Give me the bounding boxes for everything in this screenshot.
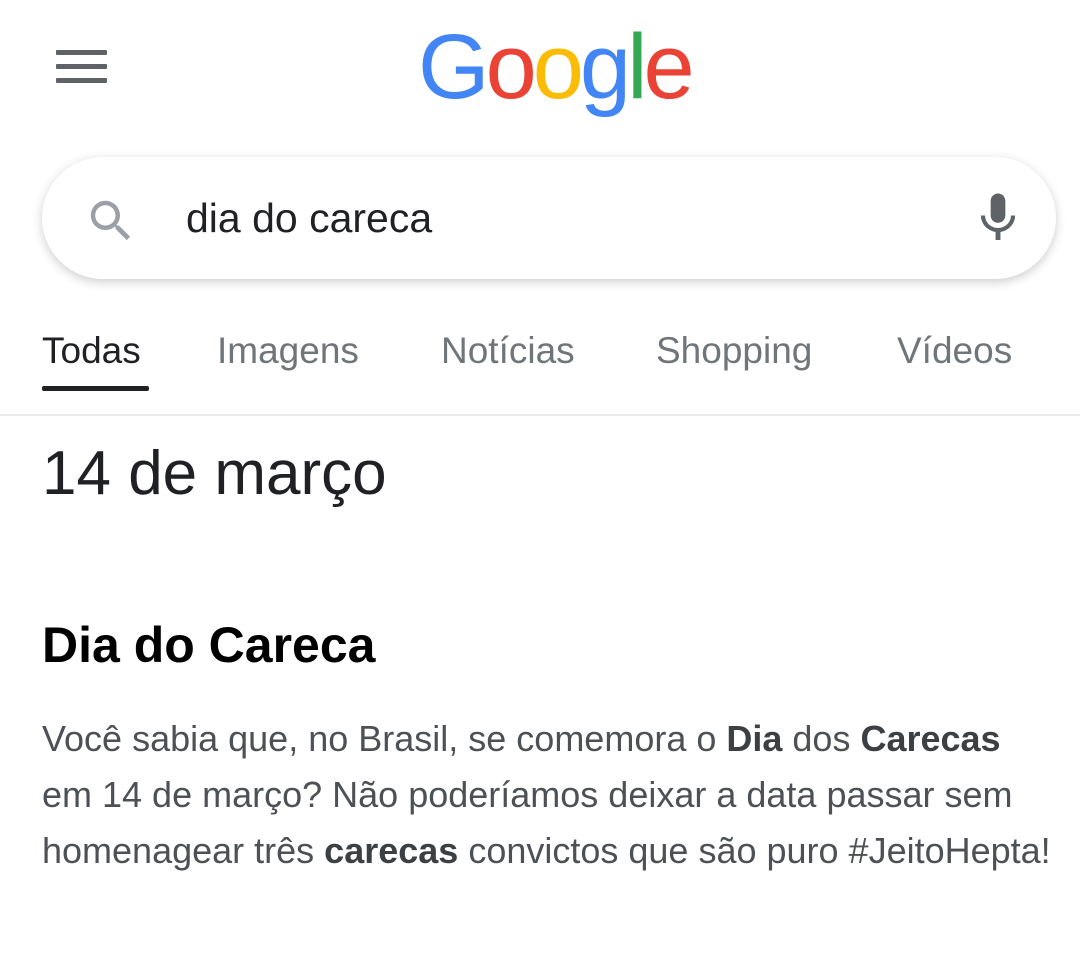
logo-letter: G bbox=[418, 16, 490, 118]
logo-letter: g bbox=[579, 16, 631, 118]
snippet-highlight: Dia bbox=[726, 718, 783, 759]
google-logo[interactable]: Google bbox=[418, 12, 695, 122]
logo-letter: o bbox=[532, 16, 584, 118]
snippet-highlight: Carecas bbox=[860, 718, 1001, 759]
active-tab-indicator bbox=[42, 386, 149, 391]
tabs-divider bbox=[0, 414, 1080, 416]
snippet-text: Você sabia que, no Brasil, se comemora o bbox=[42, 718, 727, 759]
tab-shopping[interactable]: Shopping bbox=[656, 330, 812, 372]
featured-answer: 14 de março bbox=[42, 439, 387, 508]
search-tabs: Todas Imagens Notícias Shopping Vídeos bbox=[0, 318, 1080, 414]
search-input[interactable] bbox=[186, 188, 926, 248]
result-title[interactable]: Dia do Careca bbox=[42, 616, 375, 674]
tab-videos[interactable]: Vídeos bbox=[897, 330, 1012, 372]
tab-todas[interactable]: Todas bbox=[42, 330, 141, 372]
search-icon[interactable] bbox=[84, 194, 138, 248]
logo-letter: o bbox=[485, 16, 537, 118]
snippet-highlight: carecas bbox=[324, 830, 459, 871]
tab-noticias[interactable]: Notícias bbox=[441, 330, 575, 372]
result-snippet: Você sabia que, no Brasil, se comemora o… bbox=[42, 711, 1052, 879]
snippet-text: dos bbox=[782, 718, 861, 759]
logo-letter: e bbox=[643, 16, 695, 118]
snippet-text: convictos que são puro #JeitoHepta! bbox=[458, 830, 1051, 871]
menu-icon[interactable] bbox=[52, 44, 108, 88]
mic-icon[interactable] bbox=[976, 188, 1020, 248]
tab-imagens[interactable]: Imagens bbox=[217, 330, 359, 372]
logo-letter: l bbox=[627, 16, 648, 118]
